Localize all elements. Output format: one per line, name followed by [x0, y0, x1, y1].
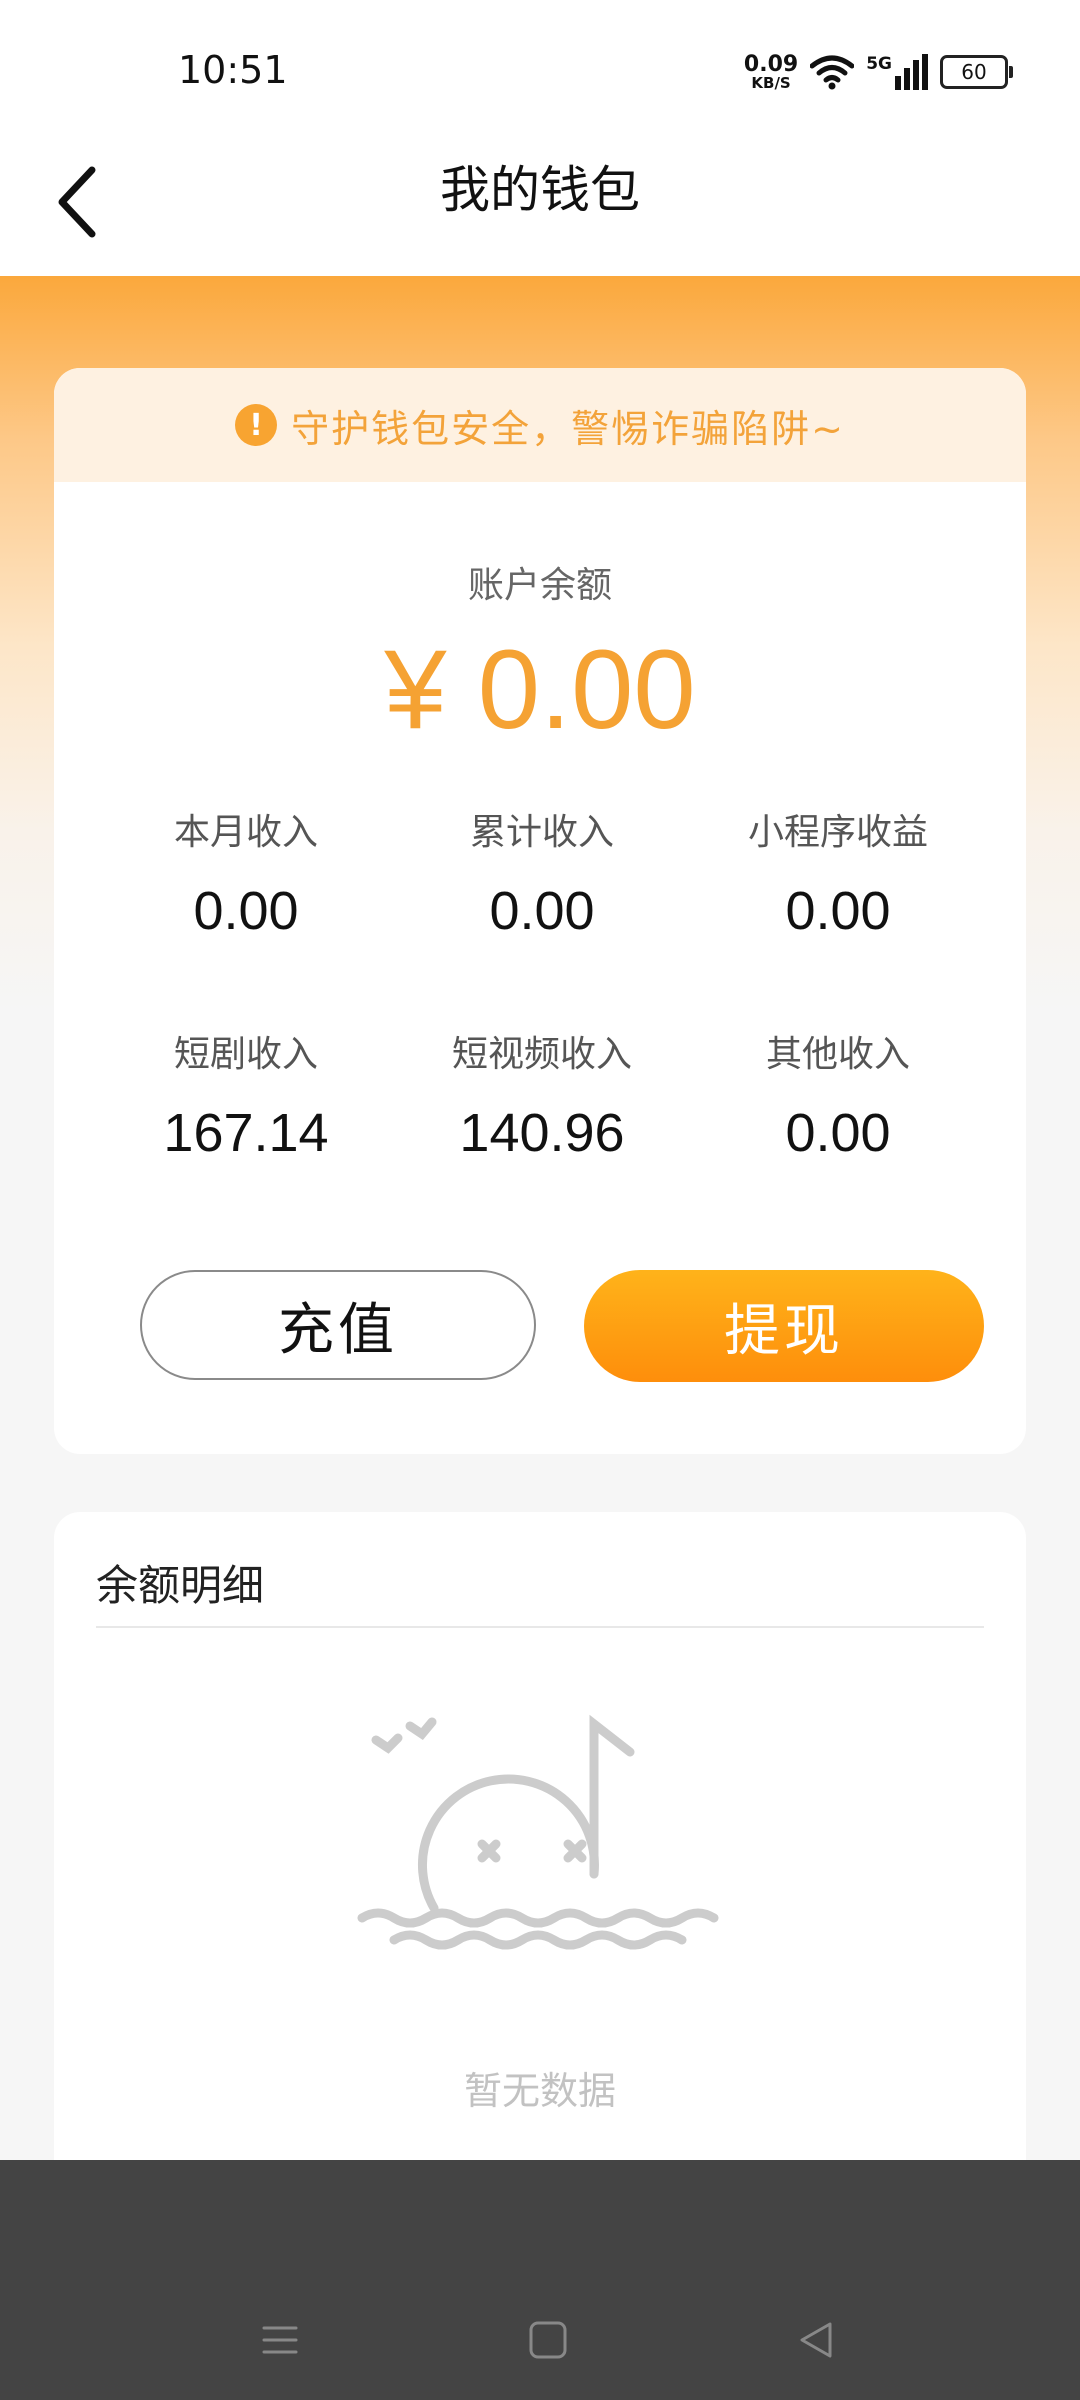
- stat-label: 短剧收入: [173, 1034, 318, 1075]
- signal-icon: 5G: [866, 54, 928, 90]
- stat-other-income: 其他收入 0.00: [690, 1030, 986, 1252]
- network-speed-value: 0.09: [743, 51, 799, 77]
- stat-label: 其他收入: [765, 1034, 910, 1075]
- exclamation-icon: !: [235, 404, 278, 446]
- empty-state-text: 暂无数据: [463, 2069, 616, 2113]
- stat-value: 140.96: [459, 1103, 625, 1163]
- stat-value: 0.00: [193, 881, 299, 941]
- stat-monthly-income: 本月收入 0.00: [98, 808, 394, 1030]
- menu-icon[interactable]: [250, 2310, 310, 2370]
- stat-value: 0.00: [489, 881, 595, 941]
- header: 我的钱包: [0, 140, 1080, 276]
- security-notice-text: 守护钱包安全，警惕诈骗陷阱~: [291, 406, 845, 451]
- balance-detail-card: 余额明细 暂无数据: [54, 1512, 1026, 2212]
- stat-value: 0.00: [785, 1103, 891, 1163]
- divider: [96, 1626, 984, 1628]
- stat-label: 本月收入: [173, 812, 318, 853]
- wallet-card: ! 守护钱包安全，警惕诈骗陷阱~ 账户余额 ¥ 0.00 本月收入 0.00 累…: [54, 368, 1026, 1454]
- withdraw-button[interactable]: 提现: [584, 1270, 984, 1382]
- section-title: 余额明细: [96, 1561, 265, 1610]
- stat-total-income: 累计收入 0.00: [394, 808, 690, 1030]
- recharge-button[interactable]: 充值: [140, 1270, 536, 1380]
- stat-label: 短视频收入: [451, 1034, 632, 1075]
- page-title: 我的钱包: [440, 161, 640, 219]
- status-icons: 0.09 KB/S 5G 60: [743, 50, 1013, 94]
- stat-value: 0.00: [785, 881, 891, 941]
- battery-level: 60: [961, 60, 987, 84]
- income-stats-row: 本月收入 0.00 累计收入 0.00 小程序收益 0.00: [54, 808, 1026, 1030]
- network-speed-unit: KB/S: [751, 73, 791, 92]
- system-nav-bar: [0, 2160, 1080, 2400]
- home-square-icon[interactable]: [518, 2310, 578, 2370]
- empty-music-note-illustration: [357, 1714, 719, 1950]
- status-bar: 10:51 0.09 KB/S 5G 60: [0, 0, 1080, 140]
- network-type: 5G: [866, 54, 892, 74]
- stat-miniprogram-income: 小程序收益 0.00: [690, 808, 986, 1030]
- stat-value: 167.14: [163, 1103, 329, 1163]
- network-speed: 0.09 KB/S: [743, 51, 799, 92]
- balance-amount: ¥ 0.00: [384, 627, 696, 752]
- stat-label: 累计收入: [469, 812, 614, 853]
- income-stats: 本月收入 0.00 累计收入 0.00 小程序收益 0.00 短剧收入 167.…: [54, 808, 1026, 1252]
- status-time: 10:51: [178, 48, 288, 92]
- stat-short-drama-income: 短剧收入 167.14: [98, 1030, 394, 1252]
- stat-short-video-income: 短视频收入 140.96: [394, 1030, 690, 1252]
- back-triangle-icon[interactable]: [786, 2310, 846, 2370]
- balance-label: 账户余额: [467, 565, 612, 606]
- income-stats-row: 短剧收入 167.14 短视频收入 140.96 其他收入 0.00: [54, 1030, 1026, 1252]
- stat-label: 小程序收益: [747, 812, 928, 853]
- battery-icon: 60: [940, 55, 1013, 89]
- security-notice: ! 守护钱包安全，警惕诈骗陷阱~: [54, 368, 1026, 482]
- wifi-icon: [810, 55, 855, 90]
